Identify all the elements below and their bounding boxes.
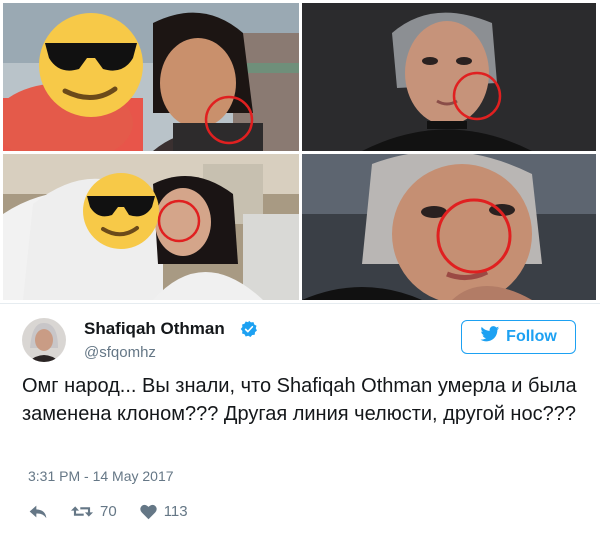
heart-icon bbox=[139, 503, 158, 520]
retweet-icon bbox=[70, 503, 94, 520]
like-button[interactable]: 113 bbox=[139, 503, 188, 520]
like-count: 113 bbox=[163, 502, 188, 520]
photo-stadium-selfie[interactable] bbox=[3, 3, 299, 151]
display-name[interactable]: Shafiqah Othman bbox=[84, 319, 225, 339]
sunglasses-emoji bbox=[83, 173, 159, 249]
photo-grid bbox=[0, 0, 600, 303]
tweet-timestamp[interactable]: 3:31 PM - 14 May 2017 bbox=[28, 468, 174, 484]
twitter-bird-icon bbox=[480, 326, 500, 348]
sunglasses-emoji bbox=[39, 13, 143, 117]
reply-button[interactable] bbox=[28, 503, 48, 520]
retweet-button[interactable]: 70 bbox=[70, 503, 117, 520]
reply-icon bbox=[28, 503, 48, 520]
avatar[interactable] bbox=[22, 318, 66, 362]
tweet-actions: 70 113 bbox=[28, 500, 210, 522]
verified-badge-icon bbox=[240, 320, 258, 338]
photo-car-selfie[interactable] bbox=[302, 154, 596, 300]
follow-button[interactable]: Follow bbox=[461, 320, 576, 354]
user-handle[interactable]: @sfqomhz bbox=[84, 344, 156, 361]
follow-button-label: Follow bbox=[506, 328, 557, 345]
retweet-count: 70 bbox=[100, 502, 117, 520]
tweet-text: Омг народ... Вы знали, что Shafiqah Othm… bbox=[22, 375, 577, 425]
photo-classroom[interactable] bbox=[3, 154, 299, 300]
photo-grey-hair-portrait[interactable] bbox=[302, 3, 596, 151]
tweet-card: Shafiqah Othman @sfqomhz Follow Омг наро… bbox=[0, 303, 600, 536]
